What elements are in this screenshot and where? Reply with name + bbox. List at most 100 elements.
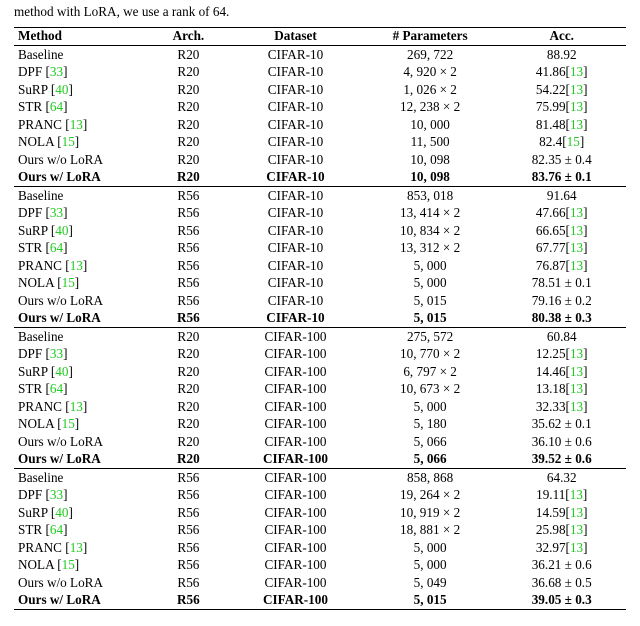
citation-link[interactable]: 40 <box>55 505 68 520</box>
cell-params: 5, 015 <box>363 592 498 610</box>
citation-link[interactable]: 64 <box>50 522 63 537</box>
cell-arch: R20 <box>149 64 229 82</box>
cell-params: 5, 000 <box>363 557 498 575</box>
citation-link[interactable]: 13 <box>570 99 583 114</box>
citation-link[interactable]: 13 <box>570 117 583 132</box>
citation-link[interactable]: 33 <box>50 205 63 220</box>
citation-link[interactable]: 13 <box>570 540 583 555</box>
citation-link[interactable]: 33 <box>50 487 63 502</box>
cell-arch: R56 <box>149 310 229 328</box>
cell-acc: 64.32 <box>497 469 626 487</box>
citation-link[interactable]: 13 <box>570 82 583 97</box>
cell-acc: 88.92 <box>497 46 626 64</box>
citation-link[interactable]: 64 <box>50 99 63 114</box>
cell-method: Ours w/o LoRA <box>14 574 149 592</box>
cell-arch: R56 <box>149 557 229 575</box>
cell-dataset: CIFAR-10 <box>228 292 363 310</box>
col-arch: Arch. <box>149 27 229 46</box>
cell-method: DPF [33] <box>14 346 149 364</box>
col-dataset: Dataset <box>228 27 363 46</box>
cell-method: Ours w/o LoRA <box>14 151 149 169</box>
col-params: # Parameters <box>363 27 498 46</box>
cell-dataset: CIFAR-10 <box>228 187 363 205</box>
cell-acc: 47.66[13] <box>497 205 626 223</box>
cell-dataset: CIFAR-10 <box>228 64 363 82</box>
table-row: PRANC [13]R56CIFAR-1005, 00032.97[13] <box>14 539 626 557</box>
citation-link[interactable]: 13 <box>570 346 583 361</box>
citation-link[interactable]: 13 <box>570 364 583 379</box>
cell-arch: R20 <box>149 363 229 381</box>
table-row: BaselineR20CIFAR-10269, 72288.92 <box>14 46 626 64</box>
citation-link[interactable]: 15 <box>62 134 75 149</box>
citation-link[interactable]: 15 <box>567 134 580 149</box>
cell-params: 13, 414 × 2 <box>363 205 498 223</box>
cell-arch: R56 <box>149 292 229 310</box>
citation-link[interactable]: 33 <box>50 346 63 361</box>
results-table: Method Arch. Dataset # Parameters Acc. B… <box>14 27 626 611</box>
citation-link[interactable]: 13 <box>570 487 583 502</box>
citation-link[interactable]: 40 <box>55 223 68 238</box>
cell-params: 5, 015 <box>363 310 498 328</box>
citation-link[interactable]: 40 <box>55 364 68 379</box>
citation-link[interactable]: 13 <box>570 258 583 273</box>
table-row: BaselineR56CIFAR-10853, 01891.64 <box>14 187 626 205</box>
cell-arch: R20 <box>149 169 229 187</box>
cell-params: 10, 098 <box>363 151 498 169</box>
citation-link[interactable]: 13 <box>570 64 583 79</box>
cell-method: Ours w/ LoRA <box>14 169 149 187</box>
cell-dataset: CIFAR-100 <box>228 487 363 505</box>
cell-acc: 36.21 ± 0.6 <box>497 557 626 575</box>
cell-acc: 32.33[13] <box>497 398 626 416</box>
cell-acc: 32.97[13] <box>497 539 626 557</box>
cell-params: 5, 000 <box>363 539 498 557</box>
cell-acc: 60.84 <box>497 328 626 346</box>
cell-dataset: CIFAR-100 <box>228 592 363 610</box>
citation-link[interactable]: 64 <box>50 240 63 255</box>
cell-dataset: CIFAR-100 <box>228 328 363 346</box>
citation-link[interactable]: 13 <box>570 240 583 255</box>
cell-method: STR [64] <box>14 240 149 258</box>
cell-method: DPF [33] <box>14 487 149 505</box>
citation-link[interactable]: 33 <box>50 64 63 79</box>
cell-arch: R20 <box>149 99 229 117</box>
cell-acc: 79.16 ± 0.2 <box>497 292 626 310</box>
cell-dataset: CIFAR-100 <box>228 451 363 469</box>
citation-link[interactable]: 13 <box>70 399 83 414</box>
cell-dataset: CIFAR-10 <box>228 99 363 117</box>
cell-arch: R56 <box>149 257 229 275</box>
cell-arch: R20 <box>149 433 229 451</box>
cell-acc: 81.48[13] <box>497 116 626 134</box>
citation-link[interactable]: 15 <box>62 416 75 431</box>
citation-link[interactable]: 13 <box>70 117 83 132</box>
citation-link[interactable]: 15 <box>62 275 75 290</box>
citation-link[interactable]: 40 <box>55 82 68 97</box>
citation-link[interactable]: 13 <box>570 205 583 220</box>
citation-link[interactable]: 13 <box>70 258 83 273</box>
cell-acc: 39.05 ± 0.3 <box>497 592 626 610</box>
cell-method: DPF [33] <box>14 205 149 223</box>
citation-link[interactable]: 13 <box>70 540 83 555</box>
cell-acc: 83.76 ± 0.1 <box>497 169 626 187</box>
table-row: STR [64]R56CIFAR-10018, 881 × 225.98[13] <box>14 522 626 540</box>
citation-link[interactable]: 13 <box>570 399 583 414</box>
cell-acc: 39.52 ± 0.6 <box>497 451 626 469</box>
cell-params: 5, 066 <box>363 451 498 469</box>
cell-method: SuRP [40] <box>14 504 149 522</box>
cell-arch: R20 <box>149 398 229 416</box>
citation-link[interactable]: 15 <box>62 557 75 572</box>
table-row: Ours w/ LoRAR20CIFAR-1010, 09883.76 ± 0.… <box>14 169 626 187</box>
citation-link[interactable]: 13 <box>570 381 583 396</box>
cell-params: 5, 066 <box>363 433 498 451</box>
citation-link[interactable]: 13 <box>570 505 583 520</box>
cell-arch: R56 <box>149 275 229 293</box>
citation-link[interactable]: 13 <box>570 223 583 238</box>
cell-params: 18, 881 × 2 <box>363 522 498 540</box>
citation-link[interactable]: 64 <box>50 381 63 396</box>
caption-fragment: method with LoRA, we use a rank of 64. <box>14 4 626 21</box>
cell-params: 4, 920 × 2 <box>363 64 498 82</box>
cell-method: SuRP [40] <box>14 81 149 99</box>
cell-params: 13, 312 × 2 <box>363 240 498 258</box>
citation-link[interactable]: 13 <box>570 522 583 537</box>
cell-method: STR [64] <box>14 522 149 540</box>
cell-arch: R56 <box>149 222 229 240</box>
